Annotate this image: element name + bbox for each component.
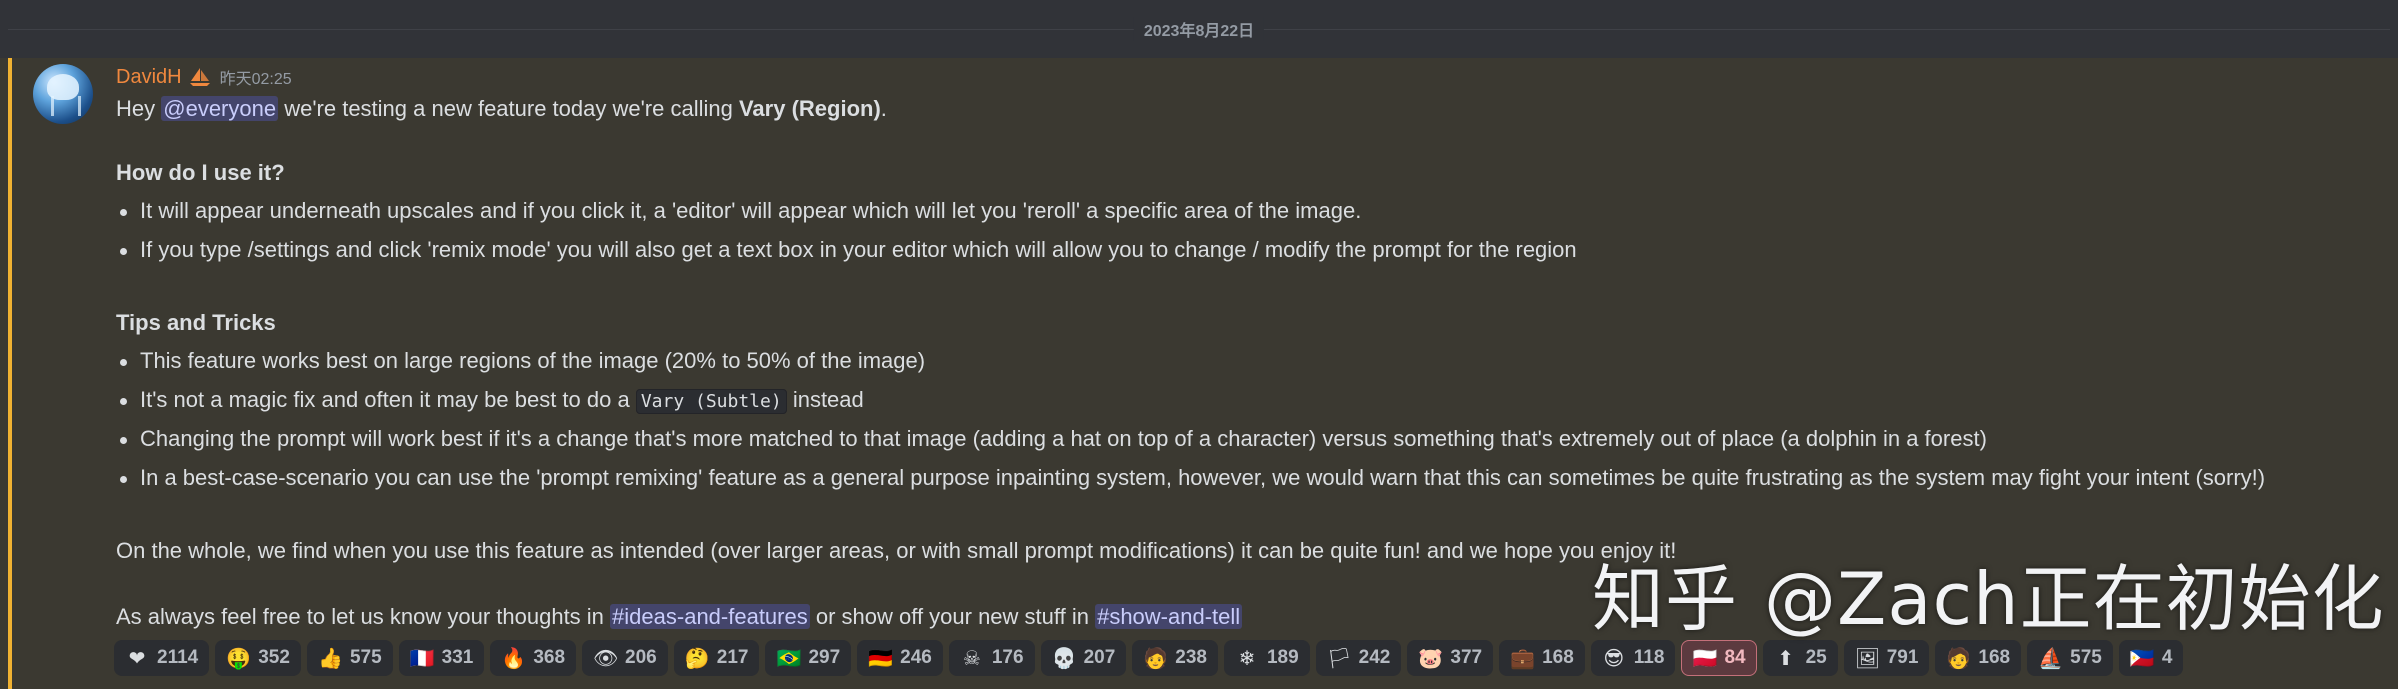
reaction-button[interactable]: 💀 207 xyxy=(1040,640,1127,676)
watermark: 知乎 @Zach正在初始化 xyxy=(1592,540,2385,645)
reactions-bar: ❤ 2114 🤑 352 👍 575 🇫🇷 331 🔥 368 👁 206 🤔 217 🇧🇷 297 🇩🇪 246… xyxy=(114,640,2184,676)
list-item: Changing the prompt will work best if it… xyxy=(116,425,1987,453)
list-item: It's not a magic fix and often it may be… xyxy=(116,386,864,416)
reaction-button[interactable]: 🔥 368 xyxy=(490,640,577,676)
eye-icon: 👁 xyxy=(593,646,619,670)
reaction-count: 25 xyxy=(1805,647,1827,668)
reaction-count: 168 xyxy=(1542,647,1574,668)
reaction-button[interactable]: 😎 118 xyxy=(1590,640,1676,676)
summary-line: On the whole, we find when you use this … xyxy=(116,538,1677,563)
reaction-button[interactable]: 🇫🇷 331 xyxy=(398,640,485,676)
reaction-button[interactable]: 🤔 217 xyxy=(673,640,760,676)
reaction-button[interactable]: ⛵ 575 xyxy=(2027,640,2113,676)
rainbow-frame-icon: 🖼 xyxy=(1854,646,1881,670)
reaction-count: 207 xyxy=(1083,647,1116,668)
flag-france-icon: 🇫🇷 xyxy=(409,646,435,670)
reaction-count: 2114 xyxy=(157,647,199,668)
snowflake-icon: ❄ xyxy=(1238,646,1256,670)
reaction-button[interactable]: 💼 168 xyxy=(1499,640,1585,676)
thinking-face-icon: 🤔 xyxy=(684,646,710,670)
intro-line: Hey @everyone we're testing a new featur… xyxy=(116,96,887,121)
watermark-brand: 知乎 xyxy=(1592,557,1739,641)
reaction-count: 238 xyxy=(1175,647,1207,668)
reaction-count: 575 xyxy=(349,647,382,668)
reaction-count: 168 xyxy=(1978,647,2011,668)
reaction-count: 352 xyxy=(258,647,290,668)
money-face-icon: 🤑 xyxy=(226,646,252,670)
flag-philippines-icon: 🇵🇭 xyxy=(2129,646,2155,670)
mention-highlight-bar xyxy=(8,58,12,689)
reaction-count: 791 xyxy=(1886,647,1919,668)
reaction-button[interactable]: 🏳 242 xyxy=(1315,640,1402,676)
reaction-count: 368 xyxy=(533,647,566,668)
reaction-count: 377 xyxy=(1450,647,1483,668)
outro-line: As always feel free to let us know your … xyxy=(116,604,1243,629)
reaction-count: 4 xyxy=(2161,647,2173,668)
sailboat-icon xyxy=(189,68,210,86)
list-item: If you type /settings and click 'remix m… xyxy=(116,236,1577,264)
flag-poland-icon: 🇵🇱 xyxy=(1692,646,1718,670)
heading-how-to-use: How do I use it? xyxy=(116,160,285,185)
reaction-button[interactable]: ☠ 176 xyxy=(948,640,1035,676)
skull-crossbones-icon: ☠ xyxy=(962,646,981,670)
fire-icon: 🔥 xyxy=(501,646,527,670)
date-divider: 2023年8月22日 xyxy=(0,0,2398,58)
reaction-button[interactable]: 👍 575 xyxy=(306,640,393,676)
channel-link-show-and-tell[interactable]: #show-and-tell xyxy=(1095,604,1243,629)
reaction-count: 189 xyxy=(1266,647,1299,668)
message-header: DavidH 昨天02:25 xyxy=(116,64,292,90)
briefcase-icon: 💼 xyxy=(1510,646,1535,670)
reaction-count: 118 xyxy=(1633,647,1665,668)
reaction-button[interactable]: 🇩🇪 246 xyxy=(857,640,943,676)
custom-face-2-icon: 🧑 xyxy=(1946,646,1972,670)
reaction-count: 575 xyxy=(2070,647,2102,668)
reaction-button[interactable]: ❤ 2114 xyxy=(114,640,210,676)
list-item: This feature works best on large regions… xyxy=(116,347,925,375)
pink-blob-icon: 🐷 xyxy=(1418,646,1444,670)
custom-face-icon: 🧑 xyxy=(1143,646,1169,670)
rainbow-flag-icon: 🏳 xyxy=(1326,646,1353,670)
skull-icon: 💀 xyxy=(1051,646,1077,670)
message-timestamp[interactable]: 昨天02:25 xyxy=(220,65,292,89)
reaction-count: 206 xyxy=(625,647,657,668)
sunglasses-face-icon: 😎 xyxy=(1603,646,1625,670)
flag-brazil-icon: 🇧🇷 xyxy=(776,646,802,670)
reaction-count: 246 xyxy=(900,647,932,668)
reaction-count: 84 xyxy=(1724,647,1746,668)
everyone-mention[interactable]: @everyone xyxy=(161,96,279,121)
heading-tips: Tips and Tricks xyxy=(116,310,276,335)
flag-germany-icon: 🇩🇪 xyxy=(868,646,894,670)
reaction-count: 331 xyxy=(441,647,474,668)
author-name[interactable]: DavidH xyxy=(116,66,182,89)
reaction-button[interactable]: 🇧🇷 297 xyxy=(765,640,852,676)
reaction-button[interactable]: 🤑 352 xyxy=(215,640,301,676)
reaction-button[interactable]: 👁 206 xyxy=(582,640,668,676)
reaction-button[interactable]: 🐷 377 xyxy=(1407,640,1494,676)
reaction-count: 176 xyxy=(991,647,1024,668)
midjourney-boat-icon: ⛵ xyxy=(2038,646,2064,670)
list-item: It will appear underneath upscales and i… xyxy=(116,197,1361,225)
reaction-button[interactable]: ⬆ 25 xyxy=(1762,640,1838,676)
reaction-button[interactable]: 🇵🇭 4 xyxy=(2118,640,2184,676)
reaction-button[interactable]: 🖼 791 xyxy=(1843,640,1930,676)
reaction-count: 217 xyxy=(716,647,749,668)
thumbs-up-icon: 👍 xyxy=(317,646,343,670)
reaction-button[interactable]: 🧑 168 xyxy=(1935,640,2022,676)
reaction-button[interactable]: 🇵🇱 84 xyxy=(1681,640,1757,676)
reaction-count: 242 xyxy=(1358,647,1391,668)
list-item: In a best-case-scenario you can use the … xyxy=(116,464,2265,492)
channel-link-ideas-and-features[interactable]: #ideas-and-features xyxy=(610,604,810,629)
inline-code: Vary (Subtle) xyxy=(635,389,787,414)
feature-name: Vary (Region) xyxy=(738,96,881,121)
watermark-handle: @Zach正在初始化 xyxy=(1764,557,2385,641)
up-this-icon: ⬆ xyxy=(1777,646,1794,670)
reaction-button[interactable]: ❄ 189 xyxy=(1223,640,1310,676)
reaction-button[interactable]: 🧑 238 xyxy=(1132,640,1218,676)
reaction-count: 297 xyxy=(808,647,841,668)
avatar[interactable] xyxy=(33,64,93,124)
date-divider-label: 2023年8月22日 xyxy=(1133,17,1265,41)
red-heart-icon: ❤ xyxy=(128,646,146,670)
